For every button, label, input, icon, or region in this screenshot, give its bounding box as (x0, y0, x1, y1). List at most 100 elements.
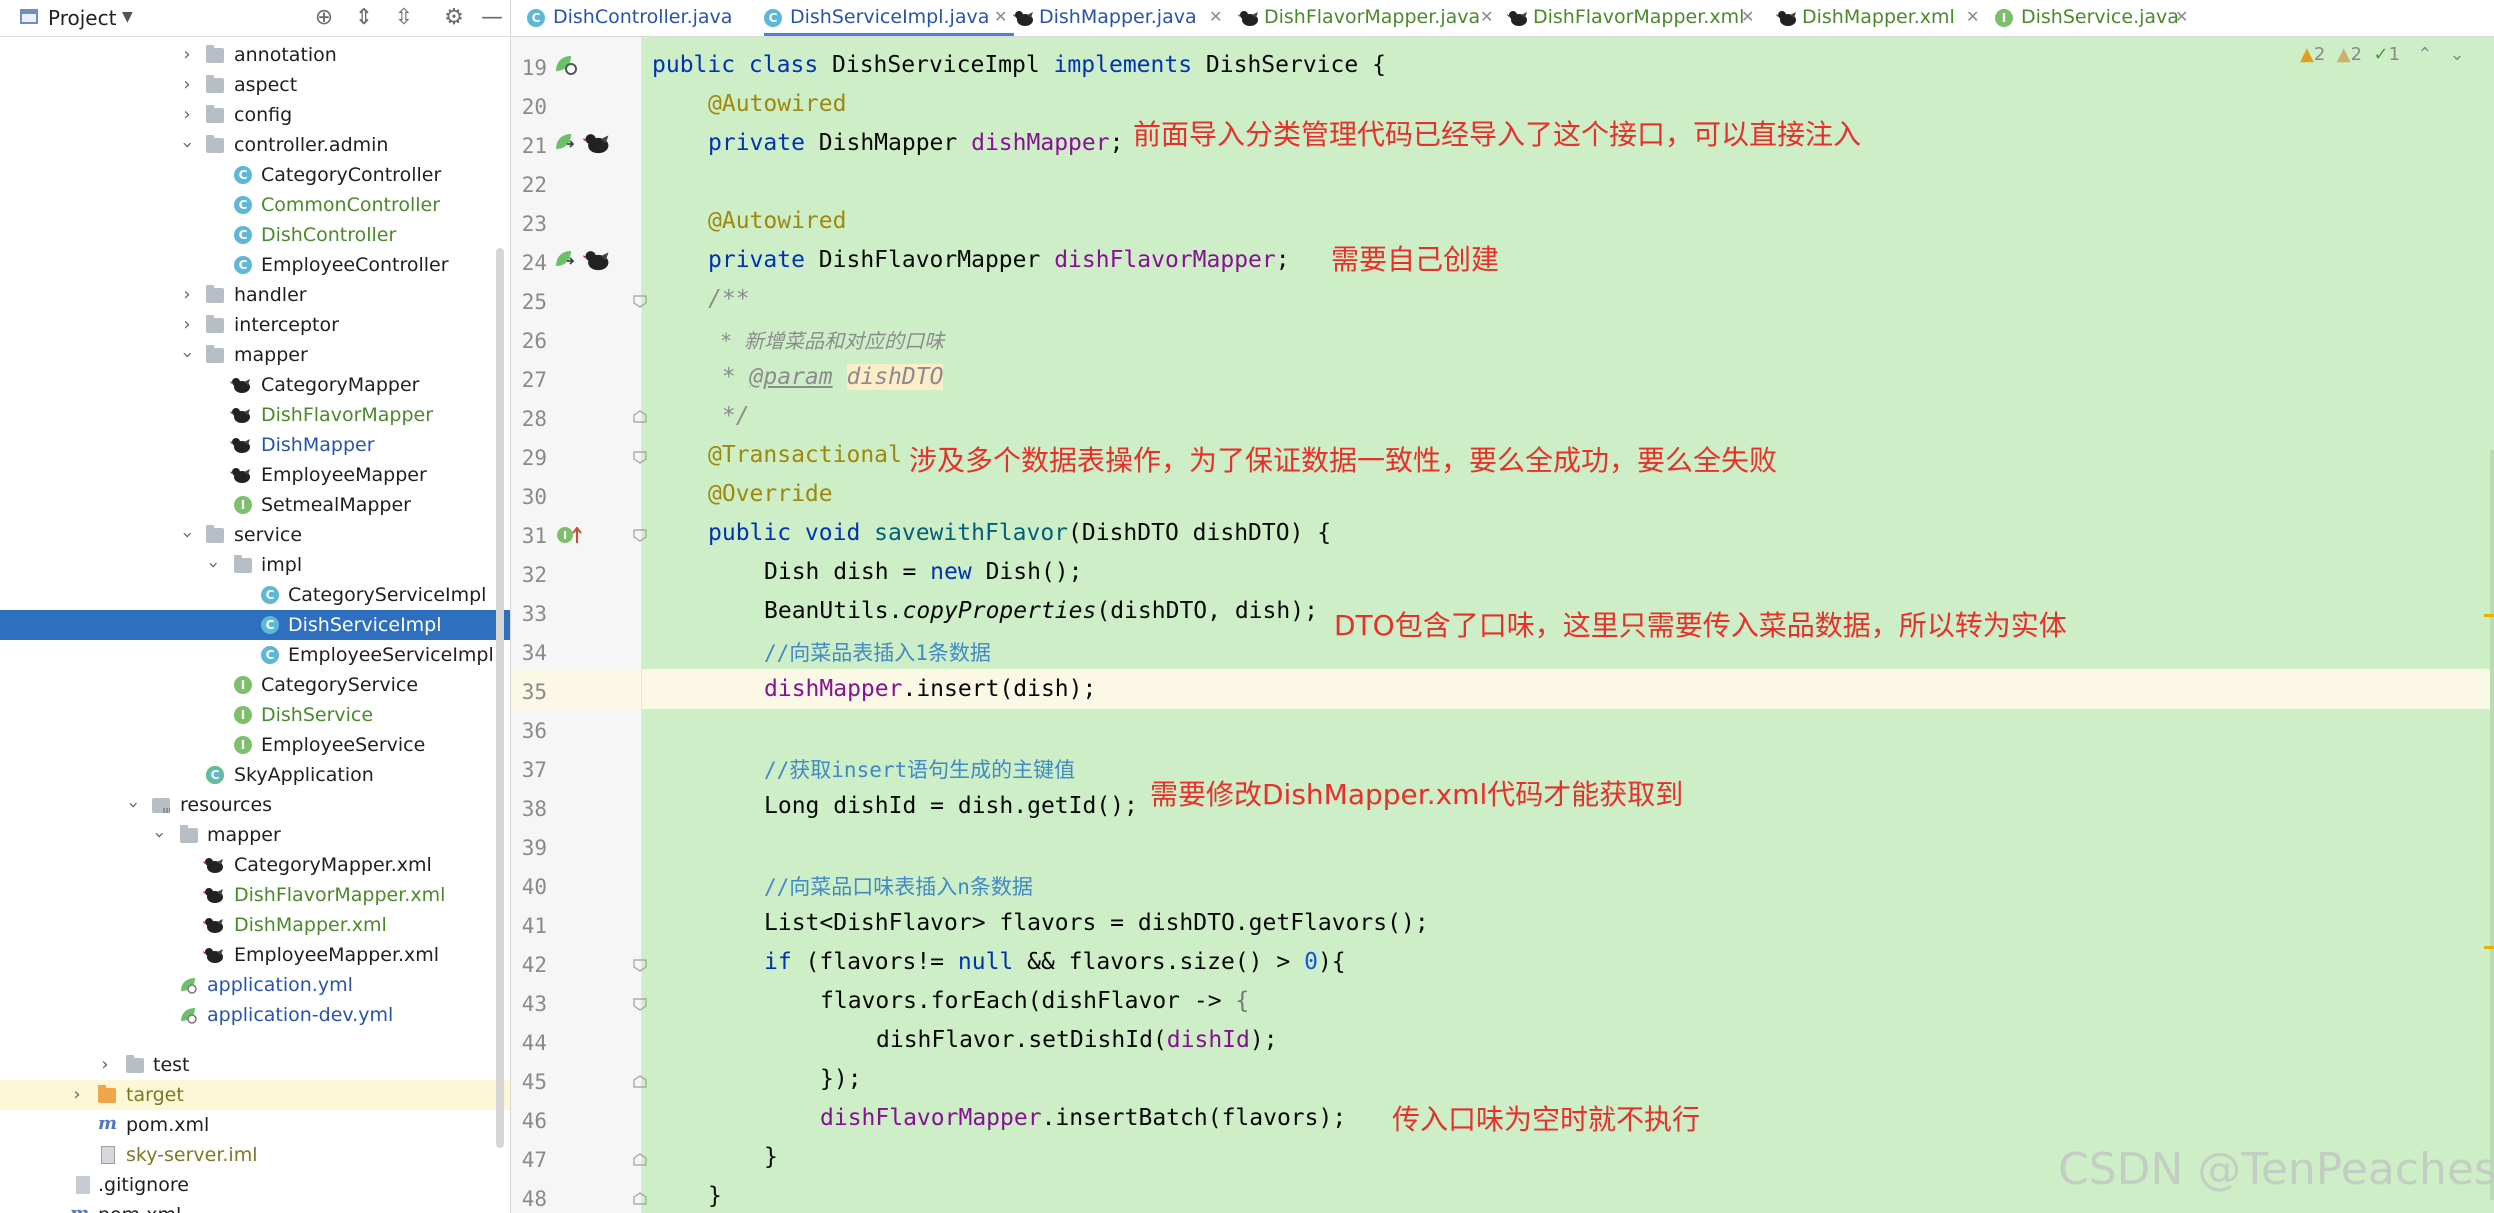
tree-item-impl[interactable]: › impl (0, 550, 510, 580)
inspections-widget[interactable]: ▲2 ▲2 ✓1 ⌃ ⌄ (2300, 44, 2465, 65)
select-opened-file-icon[interactable]: ⊕ (310, 4, 338, 32)
tree-item-employee-mapper[interactable]: EmployeeMapper (0, 460, 510, 490)
chevron-right-icon[interactable]: › (180, 313, 194, 337)
tree-item-resources-mapper[interactable]: › mapper (0, 820, 510, 850)
tab-dish-service[interactable]: I DishService.java ✕ (1995, 0, 2195, 36)
tree-item-resources[interactable]: › resources (0, 790, 510, 820)
tab-dish-controller[interactable]: C DishController.java (527, 0, 752, 36)
tree-item-category-mapper[interactable]: CategoryMapper (0, 370, 510, 400)
tree-item-test[interactable]: › test (0, 1050, 510, 1080)
tree-item-root-pom-xml[interactable]: m pom.xml (0, 1200, 510, 1213)
chevron-right-icon[interactable]: › (98, 1053, 112, 1077)
tree-item-sky-application[interactable]: C SkyApplication (0, 760, 510, 790)
code-token: DishService { (1205, 52, 1386, 78)
chevron-down-icon[interactable]: › (175, 138, 199, 152)
tree-item-category-mapper-xml[interactable]: CategoryMapper.xml (0, 850, 510, 880)
chevron-down-icon[interactable]: › (121, 798, 145, 812)
tree-item-setmeal-mapper[interactable]: I SetmealMapper (0, 490, 510, 520)
chevron-down-icon[interactable]: › (201, 558, 225, 572)
chevron-down-icon[interactable]: ▼ (122, 9, 133, 25)
tree-item-common-controller[interactable]: C CommonController (0, 190, 510, 220)
close-icon[interactable]: ✕ (1966, 7, 1979, 26)
spring-bean-icon[interactable] (553, 53, 579, 77)
tree-item-dish-controller[interactable]: C DishController (0, 220, 510, 250)
scrollbar-track[interactable] (2490, 450, 2494, 1200)
spring-autowired-icon[interactable] (553, 131, 575, 153)
chevron-down-icon[interactable]: › (175, 348, 199, 362)
tab-dish-mapper-java[interactable]: DishMapper.java ✕ (1013, 0, 1228, 36)
chevron-down-icon[interactable]: › (175, 528, 199, 542)
tab-dish-flavor-mapper-java[interactable]: DishFlavorMapper.java ✕ (1238, 0, 1498, 36)
tab-dish-service-impl[interactable]: C DishServiceImpl.java ✕ (764, 0, 1014, 36)
tree-item-application-dev-yml[interactable]: application-dev.yml (0, 1000, 510, 1030)
chevron-right-icon[interactable]: › (180, 283, 194, 307)
chevron-down-icon[interactable]: › (147, 828, 171, 842)
tree-item-employee-controller[interactable]: C EmployeeController (0, 250, 510, 280)
tree-item-application-yml[interactable]: application.yml (0, 970, 510, 1000)
chevron-right-icon[interactable]: › (180, 73, 194, 97)
line-number: 30 (521, 485, 547, 509)
mybatis-navigate-icon[interactable] (583, 131, 611, 155)
hide-panel-icon[interactable]: — (478, 4, 506, 32)
tree-item-pom-xml[interactable]: m pom.xml (0, 1110, 510, 1140)
line-number: 35 (521, 680, 547, 704)
tree-item-config[interactable]: › config (0, 100, 510, 130)
tree-item-handler[interactable]: › handler (0, 280, 510, 310)
tree-item-dish-service[interactable]: I DishService (0, 700, 510, 730)
fold-icon[interactable] (633, 958, 647, 972)
chevron-up-icon[interactable]: ⌃ (2417, 44, 2432, 65)
spring-autowired-icon[interactable] (553, 248, 575, 270)
chevron-right-icon[interactable]: › (70, 1083, 84, 1107)
tree-item-dish-flavor-mapper-xml[interactable]: DishFlavorMapper.xml (0, 880, 510, 910)
warning-stripe[interactable] (2484, 614, 2494, 617)
chevron-right-icon[interactable]: › (180, 43, 194, 67)
close-icon[interactable]: ✕ (994, 7, 1007, 26)
fold-icon[interactable] (633, 450, 647, 464)
fold-icon[interactable] (633, 1075, 647, 1089)
tree-item-employee-service[interactable]: I EmployeeService (0, 730, 510, 760)
tab-dish-mapper-xml[interactable]: DishMapper.xml ✕ (1776, 0, 1986, 36)
gear-icon[interactable]: ⚙ (440, 4, 468, 32)
code-line-38: Long dishId = dish.getId(); (764, 793, 1138, 819)
fold-icon[interactable] (633, 410, 647, 424)
tree-item-dish-mapper-xml[interactable]: DishMapper.xml (0, 910, 510, 940)
folder-icon (206, 345, 224, 363)
tree-item-mapper[interactable]: › mapper (0, 340, 510, 370)
close-icon[interactable]: ✕ (1209, 7, 1222, 26)
fold-icon[interactable] (633, 997, 647, 1011)
warning-stripe[interactable] (2484, 946, 2494, 949)
fold-icon[interactable] (633, 1153, 647, 1167)
tree-item-employee-mapper-xml[interactable]: EmployeeMapper.xml (0, 940, 510, 970)
tree-item-aspect[interactable]: › aspect (0, 70, 510, 100)
tree-item-target[interactable]: › target (0, 1080, 510, 1110)
project-view-selector[interactable]: Project (48, 6, 116, 30)
tree-item-interceptor[interactable]: › interceptor (0, 310, 510, 340)
tree-item-category-controller[interactable]: C CategoryController (0, 160, 510, 190)
fold-icon[interactable] (633, 294, 647, 308)
tree-item-gitignore[interactable]: .gitignore (0, 1170, 510, 1200)
fold-icon[interactable] (633, 1192, 647, 1206)
implements-method-icon[interactable]: I (555, 523, 585, 547)
chevron-down-icon[interactable]: ⌄ (2449, 44, 2464, 65)
project-panel-scrollbar[interactable] (496, 248, 504, 1148)
tree-item-dish-mapper[interactable]: DishMapper (0, 430, 510, 460)
tree-item-annotation[interactable]: › annotation (0, 40, 510, 70)
tree-item-category-service[interactable]: I CategoryService (0, 670, 510, 700)
tab-dish-flavor-mapper-xml[interactable]: DishFlavorMapper.xml ✕ (1507, 0, 1762, 36)
tree-item-dish-service-impl[interactable]: C DishServiceImpl (0, 610, 510, 640)
tree-item-label: CommonController (261, 194, 441, 216)
tree-item-sky-server-iml[interactable]: sky-server.iml (0, 1140, 510, 1170)
expand-all-icon[interactable]: ⇕ (350, 4, 378, 32)
tree-item-dish-flavor-mapper[interactable]: DishFlavorMapper (0, 400, 510, 430)
fold-icon[interactable] (633, 528, 647, 542)
tree-item-service[interactable]: › service (0, 520, 510, 550)
chevron-right-icon[interactable]: › (180, 103, 194, 127)
close-icon[interactable]: ✕ (2175, 7, 2188, 26)
collapse-all-icon[interactable]: ⇳ (390, 4, 418, 32)
close-icon[interactable]: ✕ (1741, 7, 1754, 26)
tree-item-controller-admin[interactable]: › controller.admin (0, 130, 510, 160)
tree-item-category-service-impl[interactable]: C CategoryServiceImpl (0, 580, 510, 610)
close-icon[interactable]: ✕ (1480, 7, 1493, 26)
tree-item-employee-service-impl[interactable]: C EmployeeServiceImpl (0, 640, 510, 670)
mybatis-navigate-icon[interactable] (583, 248, 611, 272)
